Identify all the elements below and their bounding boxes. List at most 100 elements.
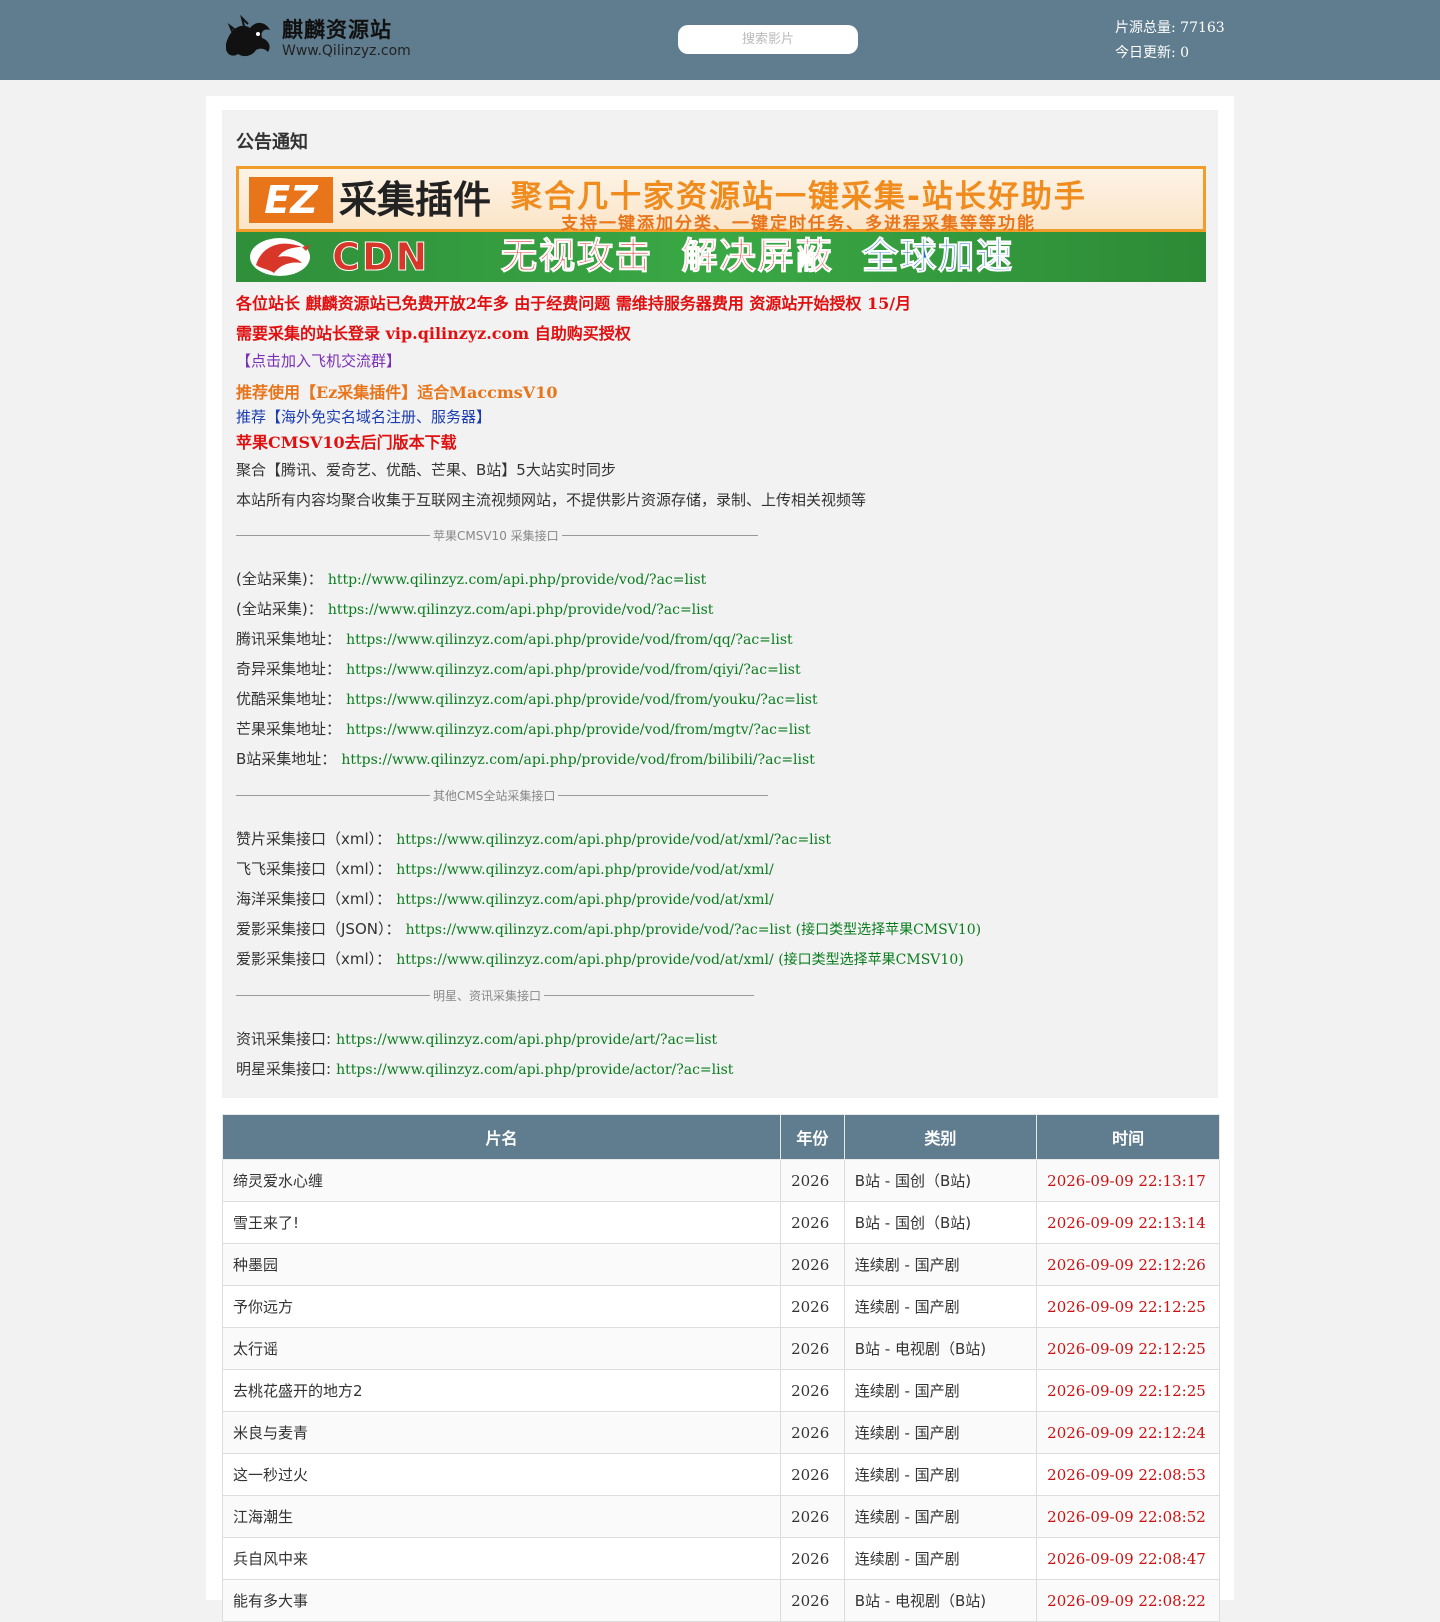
movie-title-link[interactable]: 缔灵爱水心缠 bbox=[221, 1159, 782, 1202]
movie-category: B站 - 电视剧（B站) bbox=[843, 1579, 1038, 1622]
movie-time: 2026-09-09 22:12:26 bbox=[1036, 1243, 1220, 1286]
movie-time: 2026-09-09 22:08:22 bbox=[1036, 1579, 1220, 1622]
movie-year: 2026 bbox=[780, 1201, 845, 1244]
section-divider-2: 其他CMS全站采集接口 bbox=[236, 788, 769, 803]
cdn-banner-slogan: 无视攻击 解决屏蔽 全球加速 bbox=[500, 236, 1015, 278]
api-url-link[interactable]: https://www.qilinzyz.com/api.php/provide… bbox=[346, 632, 793, 648]
api-url-link[interactable]: https://www.qilinzyz.com/api.php/provide… bbox=[336, 1062, 733, 1078]
movie-category: 连续剧 - 国产剧 bbox=[843, 1285, 1038, 1328]
table-row[interactable]: 予你远方 2026 连续剧 - 国产剧 2026-09-09 22:12:25 bbox=[221, 1285, 1220, 1328]
header-category: 类别 bbox=[843, 1114, 1038, 1160]
join-group-link[interactable]: 【点击加入飞机交流群】 bbox=[236, 350, 401, 371]
movie-title-link[interactable]: 江海潮生 bbox=[221, 1495, 782, 1538]
logo-cn-text: 麒麟资源站 bbox=[282, 16, 392, 42]
logo-en-text: Www.Qilinzyz.com bbox=[282, 42, 411, 59]
movie-category: 连续剧 - 国产剧 bbox=[843, 1537, 1038, 1580]
api-row: 海洋采集接口（xml）： https://www.qilinzyz.com/ap… bbox=[236, 890, 774, 908]
api-url-link[interactable]: https://www.qilinzyz.com/api.php/provide… bbox=[396, 832, 831, 848]
api-url-link[interactable]: https://www.qilinzyz.com/api.php/provide… bbox=[346, 692, 818, 708]
table-row[interactable]: 江海潮生 2026 连续剧 - 国产剧 2026-09-09 22:08:52 bbox=[221, 1495, 1220, 1538]
api-url-link[interactable]: https://www.qilinzyz.com/api.php/provide… bbox=[406, 922, 982, 938]
movie-title-link[interactable]: 去桃花盛开的地方2 bbox=[221, 1369, 782, 1412]
movie-year: 2026 bbox=[780, 1495, 845, 1538]
table-row[interactable]: 米良与麦青 2026 连续剧 - 国产剧 2026-09-09 22:12:24 bbox=[221, 1411, 1220, 1454]
section-divider-1: 苹果CMSV10 采集接口 bbox=[236, 528, 758, 543]
movie-title-link[interactable]: 能有多大事 bbox=[221, 1579, 782, 1622]
api-url-link[interactable]: https://www.qilinzyz.com/api.php/provide… bbox=[341, 752, 814, 768]
api-url-link[interactable]: https://www.qilinzyz.com/api.php/provide… bbox=[346, 722, 810, 738]
api-url-link[interactable]: https://www.qilinzyz.com/api.php/provide… bbox=[336, 1032, 717, 1048]
api-url-link[interactable]: https://www.qilinzyz.com/api.php/provide… bbox=[396, 892, 774, 908]
movie-time: 2026-09-09 22:13:14 bbox=[1036, 1201, 1220, 1244]
movie-title-link[interactable]: 种墨园 bbox=[221, 1243, 782, 1286]
api-row: 飞飞采集接口（xml）： https://www.qilinzyz.com/ap… bbox=[236, 860, 774, 878]
table-row[interactable]: 去桃花盛开的地方2 2026 连续剧 - 国产剧 2026-09-09 22:1… bbox=[221, 1369, 1220, 1412]
movie-time: 2026-09-09 22:08:52 bbox=[1036, 1495, 1220, 1538]
notice-vip-link[interactable]: 需要采集的站长登录 vip.qilinzyz.com 自助购买授权 bbox=[236, 320, 631, 344]
domain-server-link[interactable]: 推荐【海外免实名域名注册、服务器】 bbox=[236, 406, 491, 427]
cdn-banner[interactable]: CDN 无视攻击 解决屏蔽 全球加速 bbox=[236, 232, 1206, 282]
movie-category: 连续剧 - 国产剧 bbox=[843, 1411, 1038, 1454]
notice-title: 公告通知 bbox=[236, 132, 308, 153]
header-time: 时间 bbox=[1036, 1114, 1220, 1160]
ez-plugin-link[interactable]: 推荐使用【Ez采集插件】适合MaccmsV10 bbox=[236, 379, 557, 403]
table-row[interactable]: 这一秒过火 2026 连续剧 - 国产剧 2026-09-09 22:08:53 bbox=[221, 1453, 1220, 1496]
movie-category: 连续剧 - 国产剧 bbox=[843, 1453, 1038, 1496]
api-row: 爱影采集接口（JSON）： https://www.qilinzyz.com/a… bbox=[236, 920, 982, 938]
movie-title-link[interactable]: 予你远方 bbox=[221, 1285, 782, 1328]
movie-year: 2026 bbox=[780, 1369, 845, 1412]
api-row: 优酷采集地址： https://www.qilinzyz.com/api.php… bbox=[236, 690, 818, 708]
api-url-link[interactable]: https://www.qilinzyz.com/api.php/provide… bbox=[346, 662, 800, 678]
eagle-logo-icon bbox=[250, 238, 310, 276]
api-row: 明星采集接口: https://www.qilinzyz.com/api.php… bbox=[236, 1060, 734, 1078]
table-row[interactable]: 缔灵爱水心缠 2026 B站 - 国创（B站) 2026-09-09 22:13… bbox=[221, 1159, 1220, 1202]
notice-license-text: 各位站长 麒麟资源站已免费开放2年多 由于经费问题 需维持服务器费用 资源站开始… bbox=[236, 294, 912, 313]
table-row[interactable]: 能有多大事 2026 B站 - 电视剧（B站) 2026-09-09 22:08… bbox=[221, 1579, 1220, 1622]
movie-time: 2026-09-09 22:12:25 bbox=[1036, 1285, 1220, 1328]
api-row: 腾讯采集地址： https://www.qilinzyz.com/api.php… bbox=[236, 630, 793, 648]
main-container: 公告通知 EZ 采集插件 聚合几十家资源站一键采集-站长好助手 支持一键添加分类… bbox=[206, 96, 1234, 1622]
movie-time: 2026-09-09 22:08:47 bbox=[1036, 1537, 1220, 1580]
api-row: 资讯采集接口: https://www.qilinzyz.com/api.php… bbox=[236, 1030, 718, 1048]
notice-panel: 公告通知 EZ 采集插件 聚合几十家资源站一键采集-站长好助手 支持一键添加分类… bbox=[222, 110, 1218, 1098]
movie-year: 2026 bbox=[780, 1453, 845, 1496]
api-url-link[interactable]: https://www.qilinzyz.com/api.php/provide… bbox=[396, 862, 774, 878]
sync-sites-text: 聚合【腾讯、爱奇艺、优酷、芒果、B站】5大站实时同步 bbox=[236, 461, 616, 479]
site-logo[interactable]: 麒麟资源站 Www.Qilinzyz.com bbox=[220, 14, 420, 62]
api-url-link[interactable]: https://www.qilinzyz.com/api.php/provide… bbox=[396, 952, 963, 968]
api-row: 爱影采集接口（xml）： https://www.qilinzyz.com/ap… bbox=[236, 950, 964, 968]
api-row: (全站采集)： http://www.qilinzyz.com/api.php/… bbox=[236, 570, 707, 588]
ez-plugin-banner[interactable]: EZ 采集插件 聚合几十家资源站一键采集-站长好助手 支持一键添加分类、一键定时… bbox=[236, 166, 1206, 234]
movie-year: 2026 bbox=[780, 1243, 845, 1286]
movie-title-link[interactable]: 这一秒过火 bbox=[221, 1453, 782, 1496]
update-table: 片名 年份 类别 时间 缔灵爱水心缠 2026 B站 - 国创（B站) 2026… bbox=[221, 1114, 1220, 1622]
api-url-link[interactable]: http://www.qilinzyz.com/api.php/provide/… bbox=[328, 572, 706, 588]
search-input[interactable]: 搜索影片 bbox=[678, 25, 858, 54]
movie-year: 2026 bbox=[780, 1579, 845, 1622]
movie-year: 2026 bbox=[780, 1159, 845, 1202]
cms-download-link[interactable]: 苹果CMSV10去后门版本下载 bbox=[236, 429, 457, 453]
ez-logo-icon: EZ bbox=[249, 177, 333, 223]
movie-time: 2026-09-09 22:12:24 bbox=[1036, 1411, 1220, 1454]
table-row[interactable]: 太行谣 2026 B站 - 电视剧（B站) 2026-09-09 22:12:2… bbox=[221, 1327, 1220, 1370]
movie-title-link[interactable]: 米良与麦青 bbox=[221, 1411, 782, 1454]
movie-category: 连续剧 - 国产剧 bbox=[843, 1243, 1038, 1286]
movie-time: 2026-09-09 22:08:53 bbox=[1036, 1453, 1220, 1496]
table-row[interactable]: 雪王来了! 2026 B站 - 国创（B站) 2026-09-09 22:13:… bbox=[221, 1201, 1220, 1244]
movie-title-link[interactable]: 太行谣 bbox=[221, 1327, 782, 1370]
api-url-link[interactable]: https://www.qilinzyz.com/api.php/provide… bbox=[328, 602, 714, 618]
movie-title-link[interactable]: 雪王来了! bbox=[221, 1201, 782, 1244]
movie-title-link[interactable]: 兵自风中来 bbox=[221, 1537, 782, 1580]
movie-time: 2026-09-09 22:12:25 bbox=[1036, 1369, 1220, 1412]
header-year: 年份 bbox=[780, 1114, 845, 1160]
movie-time: 2026-09-09 22:12:25 bbox=[1036, 1327, 1220, 1370]
today-count: 今日更新: 0 bbox=[1115, 45, 1190, 61]
table-row[interactable]: 种墨园 2026 连续剧 - 国产剧 2026-09-09 22:12:26 bbox=[221, 1243, 1220, 1286]
table-row[interactable]: 兵自风中来 2026 连续剧 - 国产剧 2026-09-09 22:08:47 bbox=[221, 1537, 1220, 1580]
section-divider-3: 明星、资讯采集接口 bbox=[236, 988, 755, 1003]
api-row: (全站采集)： https://www.qilinzyz.com/api.php… bbox=[236, 600, 714, 618]
api-row: 赞片采集接口（xml）： https://www.qilinzyz.com/ap… bbox=[236, 830, 831, 848]
movie-category: B站 - 国创（B站) bbox=[843, 1201, 1038, 1244]
disclaimer-text: 本站所有内容均聚合收集于互联网主流视频网站，不提供影片资源存储，录制、上传相关视… bbox=[236, 491, 867, 509]
movie-time: 2026-09-09 22:13:17 bbox=[1036, 1159, 1220, 1202]
